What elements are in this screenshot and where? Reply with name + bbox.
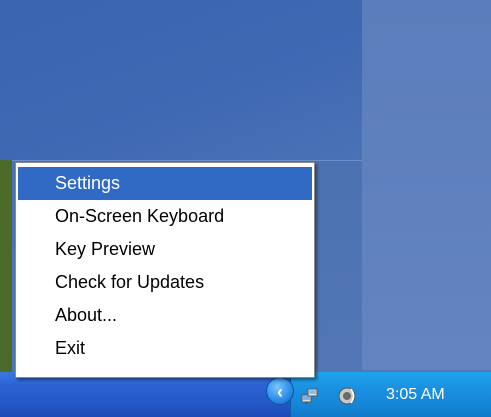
tray-clock[interactable]: 3:05 AM bbox=[386, 385, 445, 405]
network-icon[interactable] bbox=[300, 386, 320, 406]
menu-item-key-preview[interactable]: Key Preview bbox=[18, 233, 312, 266]
menu-item-about[interactable]: About... bbox=[18, 299, 312, 332]
menu-item-check-for-updates[interactable]: Check for Updates bbox=[18, 266, 312, 299]
menu-item-settings[interactable]: Settings bbox=[18, 167, 312, 200]
volume-speaker-icon[interactable] bbox=[337, 386, 357, 406]
menu-item-on-screen-keyboard[interactable]: On-Screen Keyboard bbox=[18, 200, 312, 233]
desktop-left-edge bbox=[0, 160, 12, 372]
menu-item-exit[interactable]: Exit bbox=[18, 332, 312, 365]
desktop-right-area bbox=[362, 0, 491, 370]
show-hidden-icons-chevron-icon[interactable]: ‹ bbox=[266, 377, 294, 405]
tray-context-menu: Settings On-Screen Keyboard Key Preview … bbox=[15, 162, 315, 378]
desktop-window-area bbox=[0, 0, 362, 161]
